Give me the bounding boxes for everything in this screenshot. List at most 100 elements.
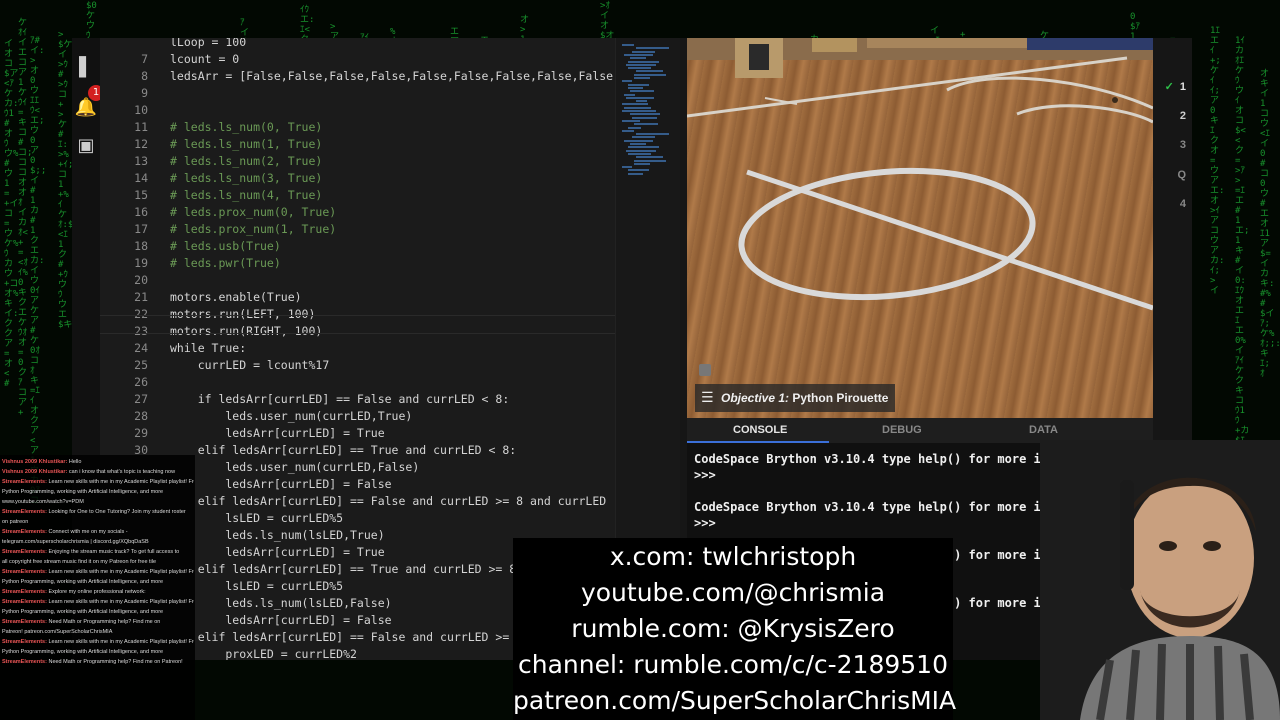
code-text: # leds.ls_num(3, True) (170, 171, 323, 185)
level-item-1[interactable]: ✓ 1 (1153, 80, 1192, 93)
code-line[interactable]: 10 (100, 102, 680, 119)
code-line[interactable]: 12 # leds.ls_num(1, True) (100, 136, 680, 153)
code-line[interactable]: 7 lcount = 0 (100, 51, 680, 68)
chat-message: Patreon! patreon.com/SuperScholarChrisMI… (2, 629, 194, 636)
chat-message: Vishnus 2009 Khlustikar: can i know that… (2, 469, 194, 476)
3d-viewport[interactable]: ☰ Objective 1: Python Pirouette (687, 38, 1153, 418)
minimap-line (624, 93, 635, 96)
chat-text: Hello (68, 459, 82, 465)
objective-label: Objective 1: (721, 391, 790, 405)
code-line[interactable]: 17 # leds.prox_num(1, True) (100, 221, 680, 238)
code-text: elif ledsArr[currLED] == False and currL… (170, 494, 607, 508)
line-number: 28 (134, 409, 148, 423)
code-line[interactable]: 9 (100, 85, 680, 102)
overlay-patreon: patreon.com/SuperScholarChrisMIA (513, 686, 957, 715)
minimap-line (622, 166, 632, 169)
code-line[interactable]: 18 # leds.usb(True) (100, 238, 680, 255)
matrix-column: ケｵｲイエコア1ケｳｲ=キコ#コ;ココオオｵイカｵ<+=<ｵｲ%0キクエケｳｵオ… (18, 18, 33, 418)
code-text: # leds.ls_num(1, True) (170, 137, 323, 151)
menu-icon[interactable]: ☰ (701, 389, 714, 407)
code-text: elif ledsArr[currLED] == True and currLE… (170, 562, 517, 576)
chat-text: Learn new skills with me in my Academic … (48, 599, 194, 605)
line-number: 12 (134, 137, 148, 151)
minimap-line (626, 96, 654, 99)
code-line[interactable]: 16 # leds.prox_num(0, True) (100, 204, 680, 221)
tab-console[interactable]: CONSOLE (733, 418, 787, 443)
minimap-line (628, 83, 649, 86)
chat-username: StreamElements: (2, 509, 47, 515)
matrix-column: オキイ1コウ<ｴイ0#コ0ウ#エオｴ1ア$=イカキ:#%#$イｱ;ケ%ｵ;;::… (1260, 69, 1280, 379)
code-text: # leds.ls_num(0, True) (170, 120, 323, 134)
code-text: motors.enable(True) (170, 290, 302, 304)
code-text: ledsArr[currLED] = False (170, 613, 392, 627)
code-line[interactable]: 19 # leds.pwr(True) (100, 255, 680, 272)
level-item-3[interactable]: 3 (1153, 139, 1192, 151)
console-line: >>> (694, 516, 716, 530)
chat-text: Python Programming, working with Artific… (2, 609, 164, 615)
chat-message: Vishnus 2009 Khlustikar: Hello (2, 459, 194, 466)
minimap-line (636, 47, 669, 50)
code-line[interactable]: 26 (100, 374, 680, 391)
code-line[interactable]: 8 ledsArr = [False,False,False,False,Fals… (100, 68, 680, 85)
line-number: 15 (134, 188, 148, 202)
code-text: # leds.usb(True) (170, 239, 281, 253)
chat-username: StreamElements: (2, 589, 47, 595)
code-line[interactable]: 13 # leds.ls_num(2, True) (100, 153, 680, 170)
line-number: 14 (134, 171, 148, 185)
code-line[interactable]: 20 (100, 272, 680, 289)
chart-icon[interactable]: ▌ (74, 56, 98, 80)
level-item-2[interactable]: 2 (1153, 110, 1192, 122)
minimap-line (632, 116, 657, 119)
chat-username: Vishnus 2009 Khlustikar: (2, 469, 68, 475)
objective-banner[interactable]: ☰ Objective 1: Python Pirouette (695, 384, 895, 412)
current-line-highlight (100, 315, 680, 334)
check-icon: ✓ (1164, 81, 1174, 93)
minimap-line (634, 162, 650, 165)
chat-message: StreamElements: Explore my online profes… (2, 589, 194, 596)
line-number: 7 (141, 52, 148, 66)
chat-text: on patreon (2, 519, 29, 525)
code-line[interactable]: 14 # leds.ls_num(3, True) (100, 170, 680, 187)
code-line[interactable]: 15 # leds.ls_num(4, True) (100, 187, 680, 204)
line-number: 29 (134, 426, 148, 440)
chat-message: StreamElements: Need Math or Programming… (2, 659, 194, 666)
code-line[interactable]: 28 leds.user_num(currLED,True) (100, 408, 680, 425)
matrix-column: 1ｲカｵｴケｳウｲオコ$<<ク=>ｱ>=ｴエ#1エ;1キ#イ0:ｴｳオエｴエ0%… (1235, 36, 1250, 506)
minimap-line (630, 113, 660, 116)
chat-message: on patreon (2, 519, 194, 526)
minimap-line (626, 63, 656, 66)
code-line[interactable]: 29 ledsArr[currLED] = True (100, 425, 680, 442)
code-line[interactable]: 24 while True: (100, 340, 680, 357)
line-number: 11 (134, 120, 148, 134)
code-line[interactable]: 21 motors.enable(True) (100, 289, 680, 306)
code-line[interactable]: 11 # leds.ls_num(0, True) (100, 119, 680, 136)
matrix-column: >$ケイ>ｳ#>ｳコ+>ケ#ｴ:>%+ｲ;コ1+%ｲケｵ:$コ<ｴ1ク#+ｳウｳ… (58, 30, 83, 330)
minimap-line (634, 159, 666, 162)
line-number: 26 (134, 375, 148, 389)
minimap-line (624, 139, 653, 142)
chat-username: StreamElements: (2, 599, 47, 605)
minimap-line (632, 136, 655, 139)
minimap-line (622, 103, 648, 106)
streamer-silhouette (1040, 440, 1280, 720)
code-line[interactable]: 25 currLED = lcount%17 (100, 357, 680, 374)
chat-message: telegram.com/superscholarchrismia | disc… (2, 539, 194, 546)
chat-text: all copyright free stream music find it … (2, 559, 157, 565)
code-text: # leds.pwr(True) (170, 256, 281, 270)
code-line[interactable]: 27 if ledsArr[currLED] == False and curr… (100, 391, 680, 408)
chip-icon[interactable]: ▣ (74, 134, 98, 158)
chat-message: Python Programming, working with Artific… (2, 649, 194, 656)
code-text: lsLED = currLED%5 (170, 511, 344, 525)
chat-username: StreamElements: (2, 569, 47, 575)
level-item-4[interactable]: 4 (1153, 198, 1192, 210)
level-item-quiz[interactable]: Q (1153, 169, 1192, 181)
tab-debug[interactable]: DEBUG (882, 418, 922, 443)
line-number: 24 (134, 341, 148, 355)
chat-text: Learn new skills with me in my Academic … (48, 479, 194, 485)
minimap-line (628, 146, 659, 149)
code-line[interactable]: lLoop = 100 (100, 38, 680, 51)
overlay-rumble-channel: channel: rumble.com/c/c-2189510 (517, 650, 948, 679)
minimap-line (622, 119, 640, 122)
viewport-checkbox[interactable] (699, 364, 711, 376)
chat-message: Python Programming, working with Artific… (2, 489, 194, 496)
